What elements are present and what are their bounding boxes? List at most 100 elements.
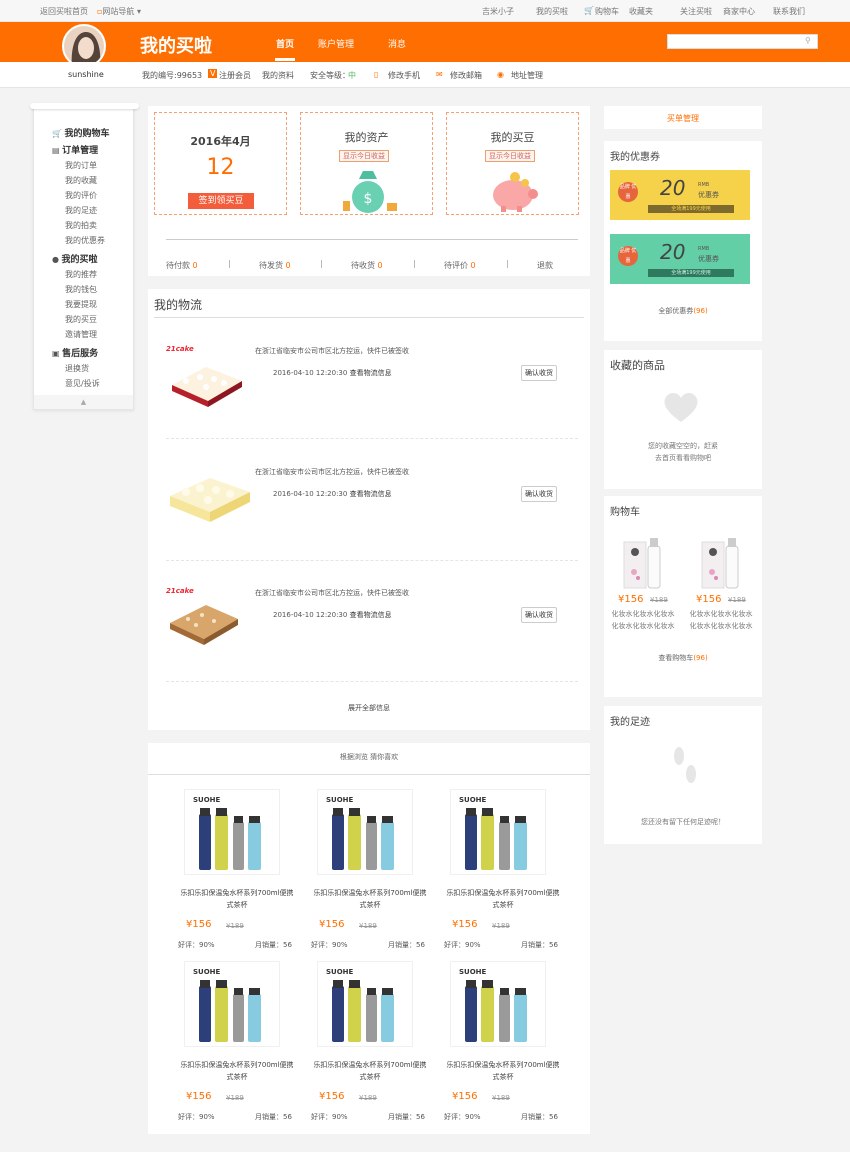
nav-account[interactable]: 账户管理 (318, 37, 354, 50)
sidebar-item-coupons[interactable]: 我的优惠券 (65, 235, 105, 246)
sidebar-item-complaints[interactable]: 意见/投诉 (65, 378, 100, 389)
user-menu[interactable]: 吉米小子 (482, 6, 514, 17)
user-id: 我的编号:99653 (142, 71, 203, 80)
sidebar-item-orders[interactable]: 我的订单 (65, 160, 97, 171)
search-input[interactable] (667, 34, 818, 49)
cake-image (170, 478, 250, 522)
sidebar-section-mybuy[interactable]: ● 我的买啦 (52, 252, 98, 265)
product-name[interactable]: 乐扣乐扣保温兔水杯系列700ml便携式茶杯 (444, 887, 562, 911)
recommend-divider (148, 774, 590, 775)
member-level: 注册会员 (219, 71, 251, 80)
sidebar-item-cart[interactable]: 🛒 我的购物车 (52, 126, 110, 139)
product-image: SUOHE (450, 961, 546, 1047)
collapse-toggle[interactable]: ▲ (34, 395, 133, 409)
mybuy-menu[interactable]: 我的买啦 (536, 6, 568, 17)
product-card[interactable]: SUOHE 乐扣乐扣保温兔水杯系列700ml便携式茶杯 ¥156 ¥189 好评… (311, 789, 431, 954)
sidebar-section-orders[interactable]: ▤ 订单管理 (52, 143, 98, 156)
nav-messages[interactable]: 消息 (388, 37, 406, 50)
product-name[interactable]: 乐扣乐扣保温兔水杯系列700ml便携式茶杯 (178, 1059, 296, 1083)
sidebar-item-returns[interactable]: 退换货 (65, 363, 89, 374)
location-icon: ◉ (497, 70, 504, 79)
sidebar-item-favorites[interactable]: 我的收藏 (65, 175, 97, 186)
product-card[interactable]: SUOHE 乐扣乐扣保温兔水杯系列700ml便携式茶杯 ¥156 ¥189 好评… (178, 961, 298, 1126)
product-card[interactable]: SUOHE 乐扣乐扣保温兔水杯系列700ml便携式茶杯 ¥156 ¥189 好评… (444, 961, 564, 1126)
orders-link[interactable]: 买单管理 (604, 113, 762, 124)
seller-link[interactable]: 商家中心 (723, 6, 755, 17)
status-refund[interactable]: 退款 (537, 260, 553, 271)
cart-link[interactable]: 购物车 (595, 6, 619, 17)
bottle-image (465, 808, 527, 870)
beans-card[interactable]: 我的买豆 显示今日收益 (446, 112, 579, 215)
status-pending-pay[interactable]: 待付款 0 (166, 260, 198, 271)
sidebar-item-invites[interactable]: 邀请管理 (65, 329, 97, 340)
coupon-label: 优惠券 (698, 191, 719, 199)
favorites-empty-line2[interactable]: 去首页看看购物吧 (604, 453, 762, 463)
product-name[interactable]: 乐扣乐扣保温兔水杯系列700ml便携式茶杯 (178, 887, 296, 911)
coupon-condition: 全场满199元使用 (648, 205, 734, 213)
footprint-panel: 我的足迹 您还没有留下任何足迹呢！ (604, 706, 762, 844)
status-pending-review[interactable]: 待评价 0 (444, 260, 476, 271)
footprint-empty: 您还没有留下任何足迹呢！ (641, 818, 725, 826)
status-pending-ship[interactable]: 待发货 0 (259, 260, 291, 271)
coupon-card[interactable]: 品牌 优惠 20 RMB 优惠券 全场满199元使用 (610, 234, 750, 284)
product-name[interactable]: 乐扣乐扣保温兔水杯系列700ml便携式茶杯 (311, 1059, 429, 1083)
nav-active-indicator (275, 58, 295, 61)
sidebar-item-reviews[interactable]: 我的评价 (65, 190, 97, 201)
product-card[interactable]: SUOHE 乐扣乐扣保温兔水杯系列700ml便携式茶杯 ¥156 ¥189 好评… (311, 961, 431, 1126)
search-icon[interactable]: ⚲ (805, 36, 811, 45)
product-name[interactable]: 乐扣乐扣保温兔水杯系列700ml便携式茶杯 (444, 1059, 562, 1083)
product-rating: 好评：90% (178, 1113, 215, 1121)
sidebar-item-recommend[interactable]: 我的推荐 (65, 269, 97, 280)
product-brand: SUOHE (193, 968, 221, 976)
edit-email-link[interactable]: 修改邮箱 (450, 70, 482, 81)
signin-button[interactable]: 签到领买豆 (188, 193, 254, 209)
confirm-receipt-button[interactable]: 确认收货 (521, 365, 557, 381)
fav-link[interactable]: 收藏夹 (629, 6, 653, 17)
contact-link[interactable]: 联系我们 (773, 6, 805, 17)
sidebar-section-aftersale[interactable]: ▣ 售后服务 (52, 346, 98, 359)
profile-link[interactable]: 我的资料 (262, 70, 294, 81)
product-name[interactable]: 乐扣乐扣保温兔水杯系列700ml便携式茶杯 (311, 887, 429, 911)
coupon-unit: RMB (698, 246, 710, 252)
product-card[interactable]: SUOHE 乐扣乐扣保温兔水杯系列700ml便携式茶杯 ¥156 ¥189 好评… (444, 789, 564, 954)
logistics-item: 21cake 在浙江省临安市公司市区北方控运，快件已被签收 2016-04-10… (148, 319, 590, 439)
cart-icon[interactable]: 🛒 (584, 6, 594, 15)
product-brand: SUOHE (326, 968, 354, 976)
sidebar-item-footprints[interactable]: 我的足迹 (65, 205, 97, 216)
document-icon: ▤ (52, 146, 60, 155)
logistics-link[interactable]: 查看物流信息 (350, 369, 392, 377)
confirm-receipt-button[interactable]: 确认收货 (521, 486, 557, 502)
sidebar-item-auctions[interactable]: 我的拍卖 (65, 220, 97, 231)
assets-tag[interactable]: 显示今日收益 (339, 150, 389, 162)
expand-all-link[interactable]: 展开全部信息 (148, 703, 590, 713)
site-nav-link[interactable]: ▫网站导航 ▾ (97, 6, 141, 17)
product-card[interactable]: SUOHE 乐扣乐扣保温兔水杯系列700ml便携式茶杯 ¥156 ¥189 好评… (178, 789, 298, 954)
service-icon: ▣ (52, 349, 60, 358)
logistics-status: 在浙江省临安市公司市区北方控运，快件已被签收 (255, 468, 409, 476)
follow-link[interactable]: 关注买啦 (680, 6, 712, 17)
sidebar-item-withdraw[interactable]: 我要提现 (65, 299, 97, 310)
coupon-tag: 品牌 优惠 (618, 182, 638, 202)
product-old-price: ¥189 (359, 922, 377, 930)
coupon-card[interactable]: 品牌 优惠 20 RMB 优惠券 全场满199元使用 (610, 170, 750, 220)
address-link[interactable]: 地址管理 (511, 70, 543, 81)
logistics-link[interactable]: 查看物流信息 (350, 611, 392, 619)
phone-icon: ▯ (374, 70, 379, 79)
confirm-receipt-button[interactable]: 确认收货 (521, 607, 557, 623)
sidebar: 🛒 我的购物车 ▤ 订单管理 我的订单 我的收藏 我的评价 我的足迹 我的拍卖 … (30, 103, 139, 410)
edit-phone-link[interactable]: 修改手机 (388, 70, 420, 81)
beans-tag[interactable]: 显示今日收益 (485, 150, 535, 162)
view-cart-link[interactable]: 查看购物车(96) (604, 653, 762, 663)
product-rating: 好评：90% (444, 1113, 481, 1121)
home-link[interactable]: 返回买啦首页 (40, 6, 88, 17)
all-coupons-link[interactable]: 全部优惠券(96) (604, 306, 762, 316)
nav-home[interactable]: 首页 (276, 37, 294, 50)
sidebar-item-wallet[interactable]: 我的钱包 (65, 284, 97, 295)
coupon-title: 我的优惠券 (610, 152, 660, 163)
logistics-link[interactable]: 查看物流信息 (350, 490, 392, 498)
bottle-image (465, 980, 527, 1042)
assets-card[interactable]: 我的资产 显示今日收益 $ (300, 112, 433, 215)
status-pending-receive[interactable]: 待收货 0 (351, 260, 383, 271)
brand-logo: 21cake (166, 345, 194, 353)
sidebar-item-beans[interactable]: 我的买豆 (65, 314, 97, 325)
